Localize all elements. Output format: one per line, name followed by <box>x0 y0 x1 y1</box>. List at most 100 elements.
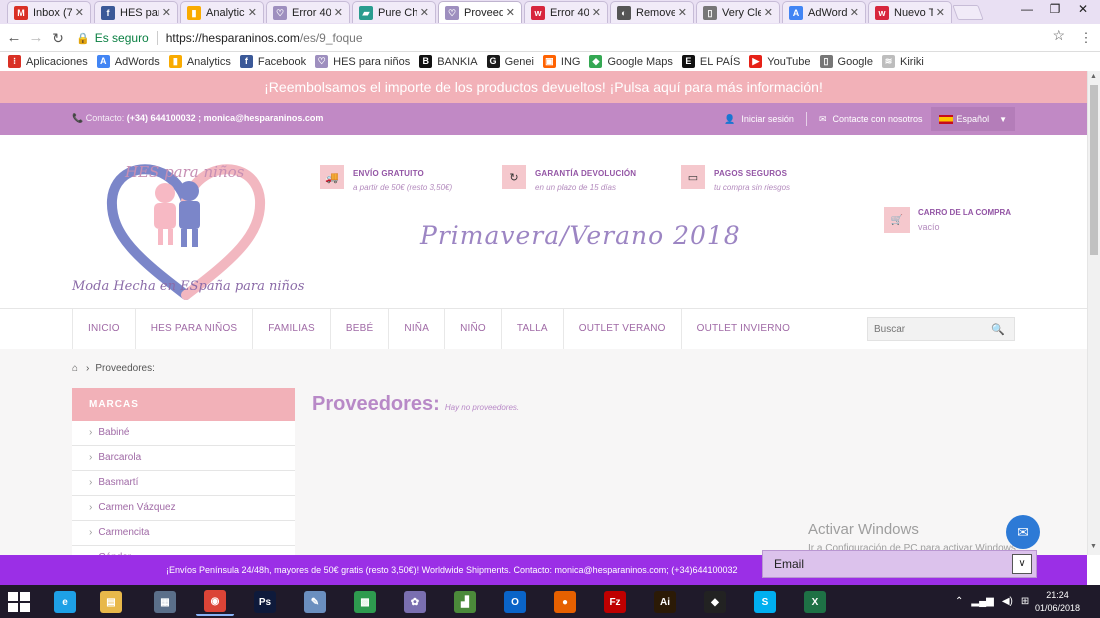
menu-item[interactable]: HES PARA NIÑOS <box>134 309 253 349</box>
browser-tab[interactable]: A AdWords✕ <box>782 1 866 23</box>
taskbar-app[interactable]: ● <box>546 588 584 616</box>
home-icon[interactable]: ⌂ <box>72 363 78 374</box>
brand-item[interactable]: › Barcarola <box>72 446 295 471</box>
spain-flag-icon <box>938 114 953 124</box>
email-widget[interactable]: Email ∨ <box>762 550 1037 578</box>
close-icon[interactable]: ✕ <box>592 6 601 19</box>
ime-icon[interactable]: ⊞ <box>1021 596 1029 607</box>
chevron-down-icon[interactable]: ∨ <box>1012 554 1032 574</box>
taskbar-app[interactable]: ▦ <box>146 588 184 616</box>
bookmark-item[interactable]: ▮ Analytics <box>168 55 231 68</box>
clock[interactable]: 21:24 01/06/2018 <box>1035 589 1080 615</box>
scroll-down-icon[interactable]: ▼ <box>1090 543 1097 550</box>
taskbar-app[interactable]: ✎ <box>296 588 334 616</box>
close-icon[interactable]: ✕ <box>936 6 945 19</box>
login-link[interactable]: 👤 Iniciar sesión <box>724 114 794 125</box>
close-icon[interactable]: ✕ <box>506 6 515 19</box>
menu-item[interactable]: NIÑA <box>388 309 444 349</box>
menu-item[interactable]: INICIO <box>72 309 135 349</box>
close-icon[interactable]: ✕ <box>420 6 429 19</box>
bookmark-item[interactable]: B BANKIA <box>419 55 478 68</box>
close-icon[interactable]: ✕ <box>248 6 257 19</box>
window-maximize-icon[interactable]: ❐ <box>1040 0 1070 20</box>
browser-tab[interactable]: ▰ Pure Cha✕ <box>352 1 436 23</box>
contact-us-link[interactable]: ✉ Contacte con nosotros <box>819 114 923 125</box>
taskbar-app[interactable]: O <box>496 588 534 616</box>
taskbar-app[interactable]: Ps <box>246 588 284 616</box>
browser-tab[interactable]: f HES para✕ <box>94 1 178 23</box>
taskbar-app[interactable]: Ai <box>646 588 684 616</box>
chevron-up-icon[interactable]: ⌃ <box>955 596 963 607</box>
page-scrollbar[interactable]: ▲ ▼ <box>1087 71 1100 555</box>
scroll-thumb[interactable] <box>1090 85 1098 255</box>
taskbar-app[interactable]: S <box>746 588 784 616</box>
menu-item[interactable]: OUTLET VERANO <box>562 309 681 349</box>
brand-item[interactable]: ›Cóndor <box>72 546 295 555</box>
bookmark-item[interactable]: E EL PAÍS <box>681 55 740 68</box>
browser-tab[interactable]: ▮ Analytics✕ <box>180 1 264 23</box>
shopping-cart[interactable]: 🛒 CARRO DE LA COMPRA vacío <box>884 207 1011 233</box>
scroll-up-icon[interactable]: ▲ <box>1090 73 1097 80</box>
bookmark-item[interactable]: ▣ ING <box>542 55 580 68</box>
bookmark-item[interactable]: G Genei <box>486 55 534 68</box>
close-icon[interactable]: ✕ <box>850 6 859 19</box>
brand-item[interactable]: › Babiné <box>72 421 295 446</box>
brand-item[interactable]: › Carmen Vázquez <box>72 496 295 521</box>
forward-icon[interactable]: → <box>26 28 46 48</box>
close-icon[interactable]: ✕ <box>678 6 687 19</box>
bookmark-item[interactable]: ▯ Google <box>819 55 873 68</box>
reload-icon[interactable]: ↻ <box>48 28 68 48</box>
omnibox[interactable]: 🔒 Es seguro https://hesparaninos.com/es/… <box>76 27 1071 49</box>
brand-item[interactable]: › Carmencita <box>72 521 295 546</box>
page-title: Proveedores: Hay no proveedores. <box>312 393 519 416</box>
window-minimize-icon[interactable]: — <box>1012 0 1042 20</box>
taskbar-app[interactable]: e <box>46 588 84 616</box>
browser-tab[interactable]: w Error 404✕ <box>524 1 608 23</box>
bookmark-item[interactable]: ♡ HES para niños <box>315 55 410 68</box>
menu-item[interactable]: OUTLET INVIERNO <box>680 309 805 349</box>
close-icon[interactable]: ✕ <box>75 6 84 19</box>
mail-chat-icon[interactable]: ✉ <box>1006 515 1040 549</box>
taskbar-app[interactable]: ◆ <box>696 588 734 616</box>
menu-item[interactable]: BEBÉ <box>329 309 388 349</box>
windows-start-icon[interactable] <box>8 592 30 612</box>
menu-item[interactable]: FAMILIAS <box>252 309 330 349</box>
bookmark-item[interactable]: ◆ Google Maps <box>589 55 673 68</box>
browser-tab[interactable]: ◐ Remove ✕ <box>610 1 694 23</box>
back-icon[interactable]: ← <box>4 28 24 48</box>
window-close-icon[interactable]: ✕ <box>1068 0 1098 20</box>
bookmark-item[interactable]: f Facebook <box>239 55 306 68</box>
bookmark-item[interactable]: ⁝ Aplicaciones <box>8 55 88 68</box>
taskbar-app[interactable]: Fz <box>596 588 634 616</box>
brand-item[interactable]: › Basmartí <box>72 471 295 496</box>
close-icon[interactable]: ✕ <box>334 6 343 19</box>
bookmark-item[interactable]: ▶ YouTube <box>749 55 811 68</box>
new-tab-button[interactable] <box>952 5 984 20</box>
taskbar-app[interactable]: ▩ <box>346 588 384 616</box>
language-selector[interactable]: Español ▼ <box>930 107 1015 131</box>
browser-tab[interactable]: w Nuevo T ✕ <box>868 1 952 23</box>
close-icon[interactable]: ✕ <box>764 6 773 19</box>
browser-tab[interactable]: ♡ Error 404✕ <box>266 1 350 23</box>
chevron-right-icon: › <box>89 477 93 488</box>
taskbar-app[interactable]: X <box>796 588 834 616</box>
taskbar-app[interactable]: ▟ <box>446 588 484 616</box>
bookmark-item[interactable]: ≋ Kiriki <box>882 55 924 68</box>
menu-dots-icon[interactable]: ⋮ <box>1076 28 1096 48</box>
search-icon[interactable]: 🔍 <box>986 323 1010 336</box>
network-icon[interactable]: ▂▄▆ <box>971 596 993 607</box>
menu-item[interactable]: TALLA <box>500 309 563 349</box>
taskbar-app[interactable]: ◉ <box>196 588 234 616</box>
browser-tab[interactable]: ♡ Proveedo✕ <box>438 1 522 23</box>
browser-tab[interactable]: M Inbox (74✕ <box>7 1 91 23</box>
close-icon[interactable]: ✕ <box>162 6 171 19</box>
speaker-icon[interactable]: ◀) <box>1002 596 1013 607</box>
search-input[interactable] <box>868 323 986 335</box>
bookmark-item[interactable]: A AdWords <box>96 55 160 68</box>
promo-banner[interactable]: ¡Reembolsamos el importe de los producto… <box>0 71 1087 103</box>
bookmark-star-icon[interactable]: ☆ <box>1052 27 1065 44</box>
taskbar-app[interactable]: ▤ <box>92 588 130 616</box>
menu-item[interactable]: NIÑO <box>444 309 501 349</box>
browser-tab[interactable]: ▯ Very Cle ✕ <box>696 1 780 23</box>
taskbar-app[interactable]: ✿ <box>396 588 434 616</box>
